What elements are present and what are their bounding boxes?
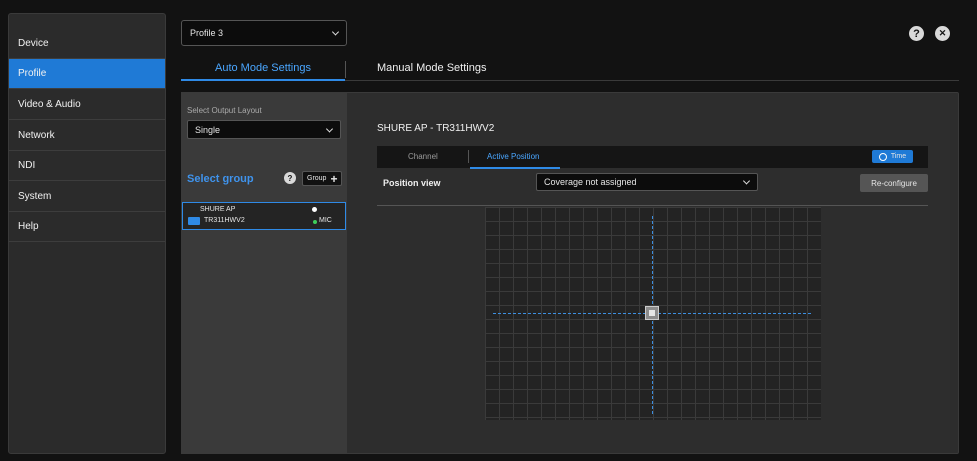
reconfigure-button[interactable]: Re-configure bbox=[860, 174, 928, 192]
sidebar-nav: Device Profile Video & Audio Network NDI… bbox=[8, 13, 166, 454]
subtab-channel[interactable]: Channel bbox=[408, 152, 438, 161]
coverage-select[interactable]: Coverage not assigned bbox=[536, 173, 758, 191]
select-group-label: Select group bbox=[187, 173, 254, 185]
output-layout-label: Select Output Layout bbox=[187, 106, 262, 115]
output-layout-value: Single bbox=[195, 124, 221, 135]
tab-divider bbox=[345, 61, 346, 78]
help-glyph: ? bbox=[913, 27, 920, 40]
sub-tab-bar bbox=[377, 146, 928, 168]
chevron-down-icon bbox=[331, 28, 340, 36]
help-icon[interactable]: ? bbox=[909, 26, 924, 41]
time-button-label: Time bbox=[890, 153, 907, 160]
device-name: SHURE AP bbox=[200, 206, 236, 213]
time-button[interactable]: Time bbox=[872, 150, 913, 163]
group-panel bbox=[181, 92, 347, 454]
position-marker[interactable] bbox=[645, 306, 659, 320]
sidebar-item-label: System bbox=[18, 191, 52, 202]
subtab-divider bbox=[468, 150, 469, 163]
sidebar-item-ndi[interactable]: NDI bbox=[9, 151, 165, 181]
profile-select-value: Profile 3 bbox=[190, 28, 224, 38]
close-glyph: ✕ bbox=[938, 28, 947, 38]
sidebar-item-label: Device bbox=[18, 38, 49, 49]
active-subtab-indicator bbox=[470, 167, 560, 169]
status-dot-icon bbox=[313, 220, 317, 224]
sidebar-item-device[interactable]: Device bbox=[9, 29, 165, 59]
sidebar-item-label: Network bbox=[18, 130, 55, 141]
plus-icon: + bbox=[330, 171, 338, 186]
clock-icon bbox=[878, 152, 887, 161]
device-title: SHURE AP - TR311HWV2 bbox=[377, 123, 495, 134]
coverage-select-value: Coverage not assigned bbox=[544, 177, 637, 187]
active-tab-indicator bbox=[181, 79, 345, 81]
chevron-down-icon bbox=[742, 177, 751, 185]
profile-select[interactable]: Profile 3 bbox=[181, 20, 347, 46]
sidebar-item-help[interactable]: Help bbox=[9, 212, 165, 242]
output-layout-select[interactable]: Single bbox=[187, 120, 341, 139]
group-help-icon[interactable]: ? bbox=[284, 172, 296, 184]
position-view-label: Position view bbox=[383, 178, 441, 188]
tab-auto-mode-settings[interactable]: Auto Mode Settings bbox=[181, 62, 345, 74]
sidebar-item-label: Profile bbox=[18, 68, 47, 79]
chevron-down-icon bbox=[325, 124, 334, 133]
sidebar-item-label: Help bbox=[18, 221, 39, 232]
add-group-button[interactable]: Group + bbox=[302, 171, 342, 186]
sidebar-item-system[interactable]: System bbox=[9, 182, 165, 212]
tab-manual-mode-settings[interactable]: Manual Mode Settings bbox=[377, 62, 486, 74]
device-model: TR311HWV2 bbox=[204, 217, 245, 224]
close-icon[interactable]: ✕ bbox=[935, 26, 950, 41]
device-icon bbox=[188, 217, 200, 225]
device-status: MIC bbox=[319, 217, 332, 224]
sidebar-item-profile[interactable]: Profile bbox=[9, 59, 165, 89]
subtab-active-position[interactable]: Active Position bbox=[487, 152, 539, 161]
help-glyph: ? bbox=[287, 173, 293, 183]
sidebar-item-video-audio[interactable]: Video & Audio bbox=[9, 90, 165, 120]
sidebar-item-network[interactable]: Network bbox=[9, 121, 165, 151]
group-button-label: Group bbox=[307, 175, 327, 182]
sidebar-item-label: Video & Audio bbox=[18, 99, 81, 110]
sidebar-item-label: NDI bbox=[18, 160, 36, 171]
device-list-item[interactable]: SHURE AP TR311HWV2 MIC bbox=[182, 202, 346, 230]
position-view-divider bbox=[377, 205, 928, 206]
